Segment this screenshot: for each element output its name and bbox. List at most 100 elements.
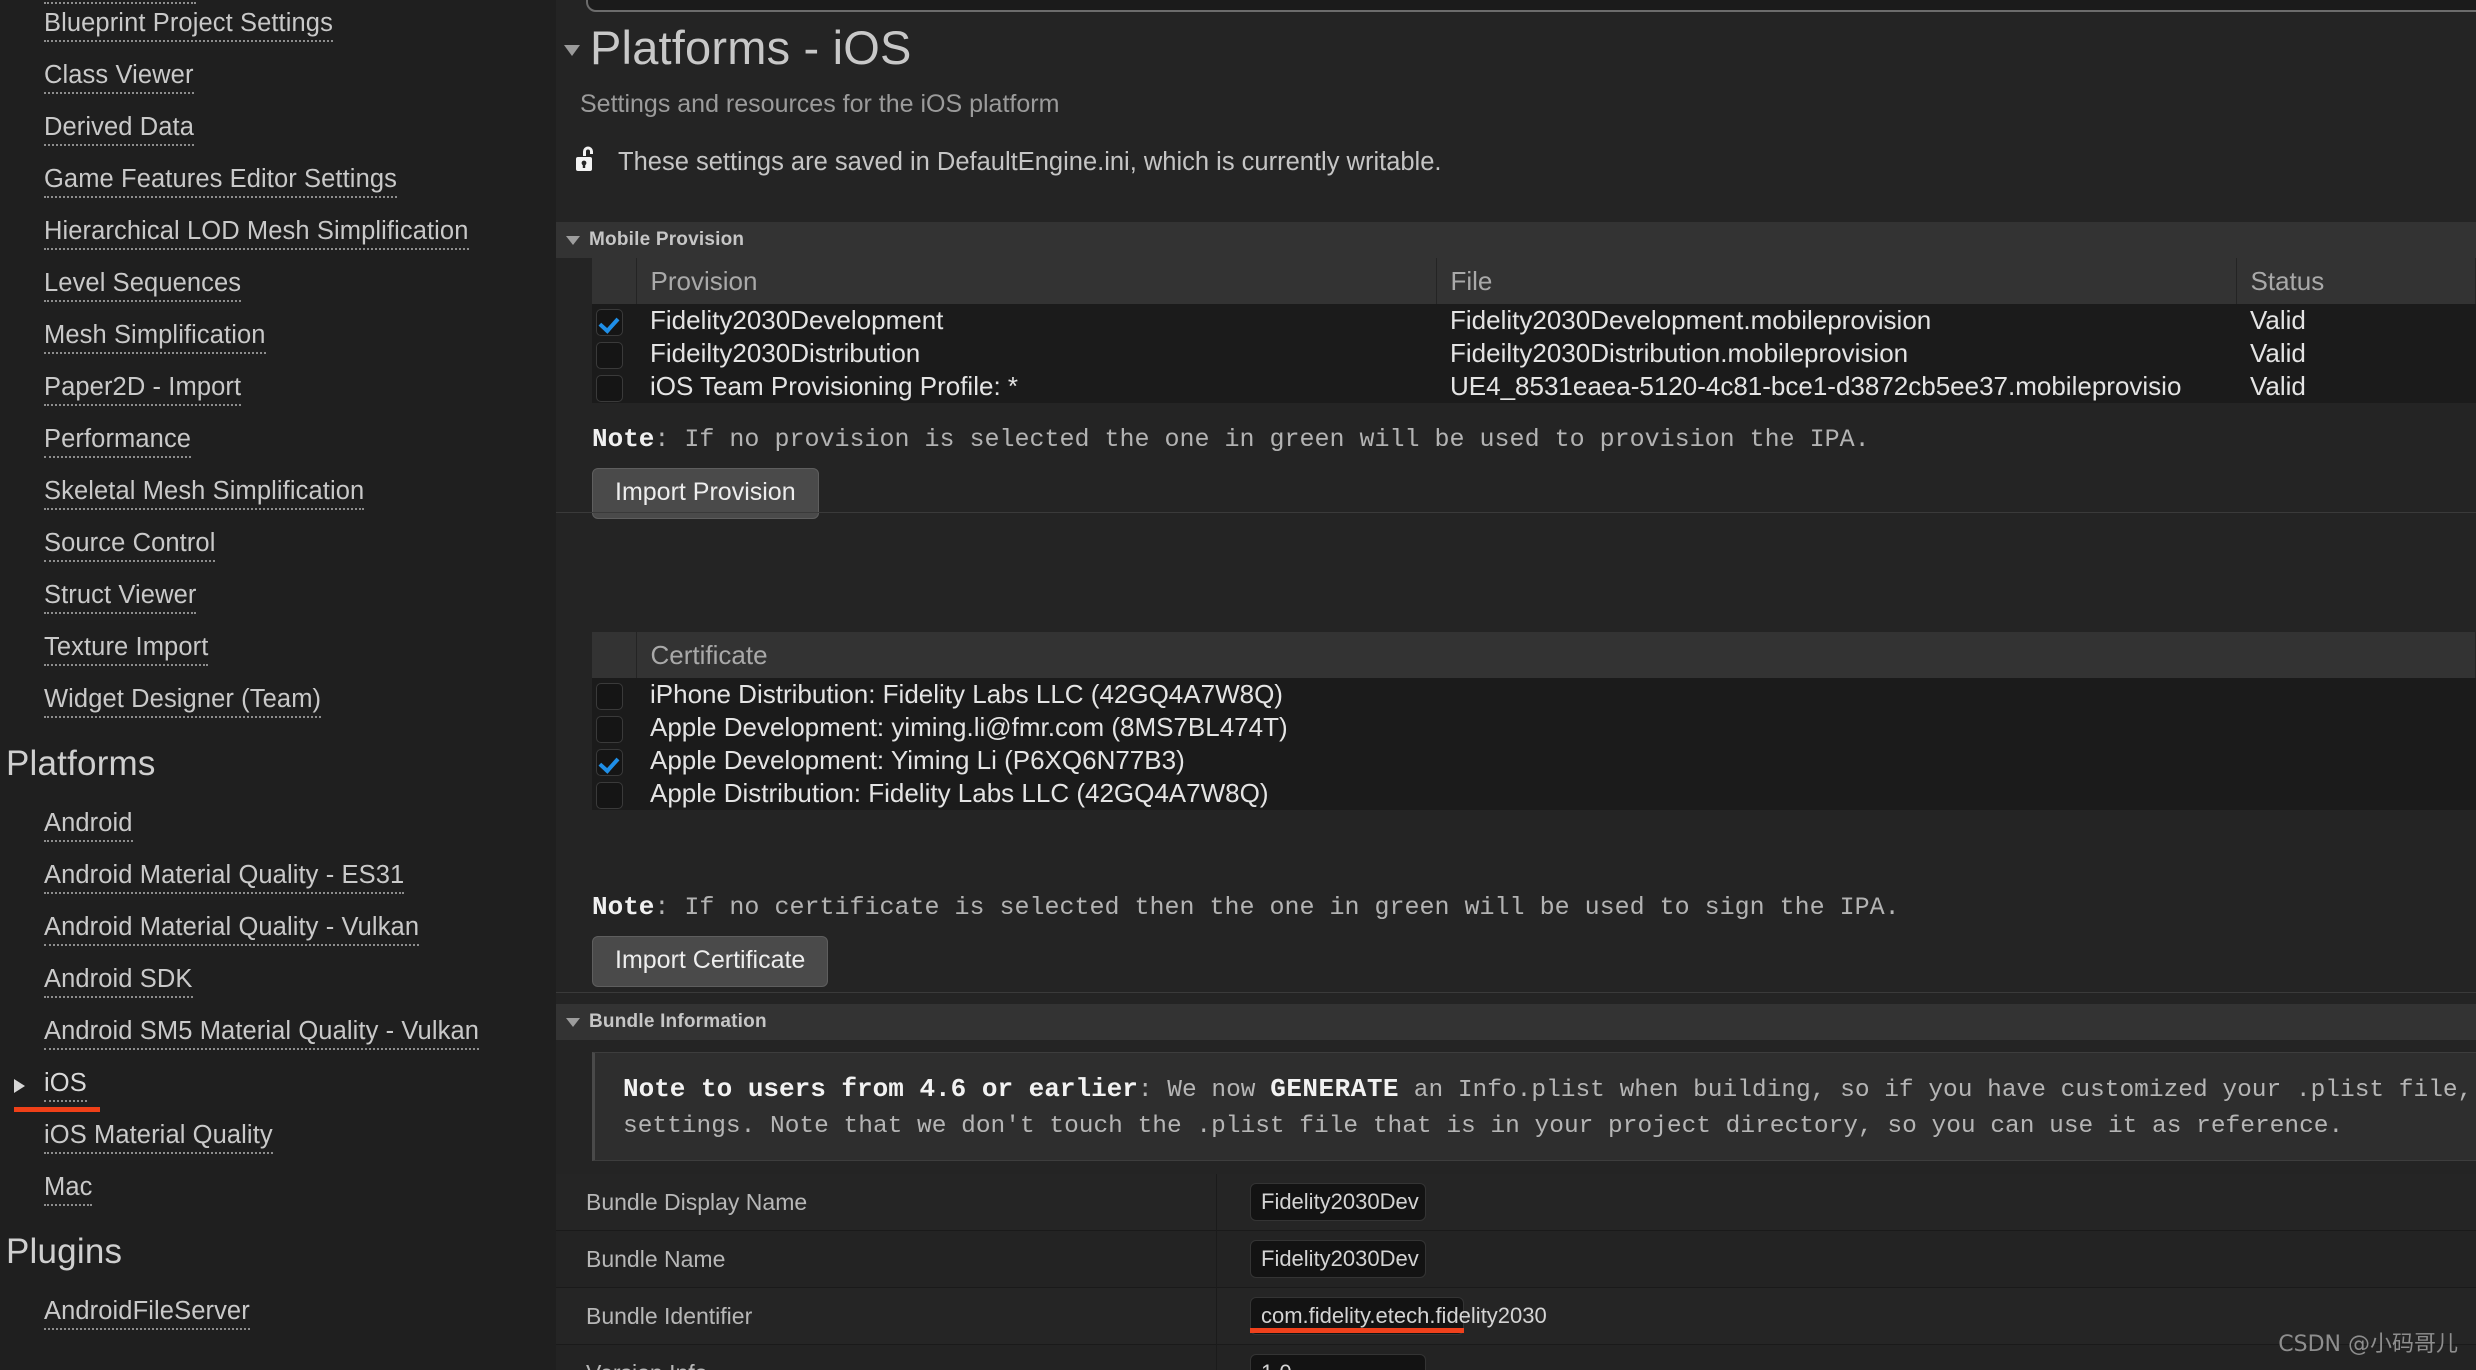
row-checkbox-cell[interactable] xyxy=(592,777,636,810)
sidebar-item-androidfileserver[interactable]: AndroidFileServer xyxy=(0,1288,556,1340)
cell-file: Fideilty2030Distribution.mobileprovision xyxy=(1436,337,2236,370)
sidebar-item-performance[interactable]: Performance xyxy=(0,416,556,468)
sidebar-item-source-control[interactable]: Source Control xyxy=(0,520,556,572)
sidebar-item-paper2d-import[interactable]: Paper2D - Import xyxy=(0,364,556,416)
row-checkbox-cell[interactable] xyxy=(592,304,636,337)
sidebar-item-label: Game Features Editor Settings xyxy=(44,165,397,199)
table-row[interactable]: Fideilty2030Distribution Fideilty2030Dist… xyxy=(592,337,2476,370)
checkbox-checked-icon[interactable] xyxy=(596,748,623,776)
chevron-down-icon[interactable] xyxy=(564,45,580,57)
checkbox-unchecked-icon[interactable] xyxy=(596,682,623,710)
row-checkbox-cell[interactable] xyxy=(592,370,636,403)
col-provision[interactable]: Provision xyxy=(636,258,1437,304)
checkbox-checked-icon[interactable] xyxy=(596,308,623,336)
cell-status: Valid xyxy=(2236,370,2476,403)
sidebar-item-texture-import[interactable]: Texture Import xyxy=(0,624,556,676)
expand-arrow-icon[interactable] xyxy=(14,1079,25,1093)
cell-certificate: iPhone Distribution: Fidelity Labs LLC (… xyxy=(636,678,2476,711)
sidebar-item-ios[interactable]: iOS xyxy=(0,1060,556,1112)
row-checkbox-cell[interactable] xyxy=(592,711,636,744)
property-label: Bundle Name xyxy=(586,1245,726,1272)
cell-file: Fidelity2030Development.mobileprovision xyxy=(1436,304,2236,337)
import-certificate-button[interactable]: Import Certificate xyxy=(592,936,829,987)
table-row[interactable]: iPhone Distribution: Fidelity Labs LLC (… xyxy=(592,678,2476,711)
watermark: CSDN @小码哥儿 xyxy=(2278,1332,2458,1357)
sidebar-section-platforms: Platforms xyxy=(6,744,156,783)
sidebar-item-label: Widget Designer (Team) xyxy=(44,685,322,719)
col-checkbox xyxy=(592,258,637,304)
checkbox-unchecked-icon[interactable] xyxy=(596,781,623,809)
settings-detail-panel: Platforms - iOS Settings and resources f… xyxy=(556,0,2476,1370)
section-header-mobile-provision[interactable]: Mobile Provision xyxy=(556,222,2476,258)
sidebar-item-label: Source Control xyxy=(44,529,216,563)
sidebar-item-mac[interactable]: Mac xyxy=(0,1164,556,1216)
sidebar-item-derived-data[interactable]: Derived Data xyxy=(0,104,556,156)
bundle-note-part1: : We now xyxy=(1137,1077,1271,1104)
sidebar-item-game-features-editor-settings[interactable]: Game Features Editor Settings xyxy=(0,156,556,208)
cell-status: Valid xyxy=(2236,337,2476,370)
table-row[interactable]: Apple Distribution: Fidelity Labs LLC (4… xyxy=(592,777,2476,810)
sidebar-item-struct-viewer[interactable]: Struct Viewer xyxy=(0,572,556,624)
bundle-note-emphasis: GENERATE xyxy=(1270,1074,1400,1104)
property-text-input[interactable]: 1.0 xyxy=(1250,1354,1426,1370)
sidebar-item-level-sequences[interactable]: Level Sequences xyxy=(0,260,556,312)
sidebar-list: Blueprint Project Settings Class Viewer De… xyxy=(0,0,556,1340)
settings-search-input[interactable] xyxy=(586,0,2476,12)
sidebar-item-android[interactable]: Android xyxy=(0,800,556,852)
writable-status-row: These settings are saved in DefaultEngin… xyxy=(556,143,2476,182)
sidebar-item-hierarchical-lod-mesh-simplification[interactable]: Hierarchical LOD Mesh Simplification xyxy=(0,208,556,260)
property-field-wrap: Fidelity2030Dev xyxy=(1217,1183,1426,1221)
sidebar-item-label: Android Material Quality - Vulkan xyxy=(44,913,420,947)
sidebar-item-android-sdk[interactable]: Android SDK xyxy=(0,956,556,1008)
note-text: : If no certificate is selected then the… xyxy=(654,893,1900,922)
checkbox-unchecked-icon[interactable] xyxy=(596,374,623,402)
sidebar-item-android-material-quality-es31[interactable]: Android Material Quality - ES31 xyxy=(0,852,556,904)
section-title: Mobile Provision xyxy=(589,229,745,250)
cell-provision: Fideilty2030Distribution xyxy=(636,337,1436,370)
sidebar-item-blueprint-project-settings[interactable]: Blueprint Project Settings xyxy=(0,0,556,52)
cell-provision: iOS Team Provisioning Profile: * xyxy=(636,370,1436,403)
provision-note-block: Note: If no provision is selected the on… xyxy=(556,424,2476,541)
table-row[interactable]: Apple Development: yiming.li@fmr.com (8M… xyxy=(592,711,2476,744)
page-title-row[interactable]: Platforms - iOS xyxy=(556,22,2476,74)
note-label: Note xyxy=(592,892,655,922)
sidebar-item-ios-material-quality[interactable]: iOS Material Quality xyxy=(0,1112,556,1164)
cell-status: Valid xyxy=(2236,304,2476,337)
sidebar-item-android-material-quality-vulkan[interactable]: Android Material Quality - Vulkan xyxy=(0,904,556,956)
property-label: Bundle Identifier xyxy=(586,1302,753,1329)
sidebar-item-mesh-simplification[interactable]: Mesh Simplification xyxy=(0,312,556,364)
divider xyxy=(556,992,2476,993)
sidebar-item-android-sm5-material-quality-vulkan[interactable]: Android SM5 Material Quality - Vulkan xyxy=(0,1008,556,1060)
sidebar-item-label: Android xyxy=(44,809,133,843)
sidebar-item-skeletal-mesh-simplification[interactable]: Skeletal Mesh Simplification xyxy=(0,468,556,520)
col-status[interactable]: Status xyxy=(2236,258,2476,304)
property-text-input[interactable]: Fidelity2030Dev xyxy=(1250,1183,1426,1221)
row-checkbox-cell[interactable] xyxy=(592,744,636,777)
property-text-input[interactable]: Fidelity2030Dev xyxy=(1250,1240,1426,1278)
checkbox-unchecked-icon[interactable] xyxy=(596,715,623,743)
col-file[interactable]: File xyxy=(1436,258,2237,304)
section-title: Bundle Information xyxy=(589,1011,767,1032)
section-header-bundle-information[interactable]: Bundle Information xyxy=(556,1004,2476,1040)
chevron-down-icon[interactable] xyxy=(566,235,580,245)
sidebar-item-class-viewer[interactable]: Class Viewer xyxy=(0,52,556,104)
sidebar-item-widget-designer-team[interactable]: Widget Designer (Team) xyxy=(0,676,556,728)
row-checkbox-cell[interactable] xyxy=(592,337,636,370)
sidebar-item-label: AndroidFileServer xyxy=(44,1297,250,1331)
chevron-down-icon[interactable] xyxy=(566,1017,580,1027)
table-row[interactable]: Apple Development: Yiming Li (P6XQ6N77B3… xyxy=(592,744,2476,777)
certificate-note: Note: If no certificate is selected then… xyxy=(592,892,2476,922)
provision-table[interactable]: Provision File Status Fidelity2030Develo… xyxy=(592,258,2476,403)
col-certificate[interactable]: Certificate xyxy=(636,632,2476,678)
certificate-table[interactable]: Certificate iPhone Distribution: Fidelit… xyxy=(592,632,2476,810)
table-row[interactable]: Fidelity2030Development Fidelity2030Devel… xyxy=(592,304,2476,337)
checkbox-unchecked-icon[interactable] xyxy=(596,341,623,369)
provision-table-wrap: Provision File Status Fidelity2030Develo… xyxy=(556,258,2476,403)
bundle-note-bold: Note to users from 4.6 or earlier xyxy=(623,1074,1138,1104)
settings-sidebar[interactable]: Blueprint Project Settings Class Viewer De… xyxy=(0,0,556,1370)
table-row[interactable]: iOS Team Provisioning Profile: * UE4_8531… xyxy=(592,370,2476,403)
cell-certificate: Apple Development: yiming.li@fmr.com (8M… xyxy=(636,711,2476,744)
row-checkbox-cell[interactable] xyxy=(592,678,636,711)
property-field-wrap: 1.0 xyxy=(1217,1354,1426,1370)
bundle-note-line-1: Note to users from 4.6 or earlier: We no… xyxy=(623,1071,2476,1109)
